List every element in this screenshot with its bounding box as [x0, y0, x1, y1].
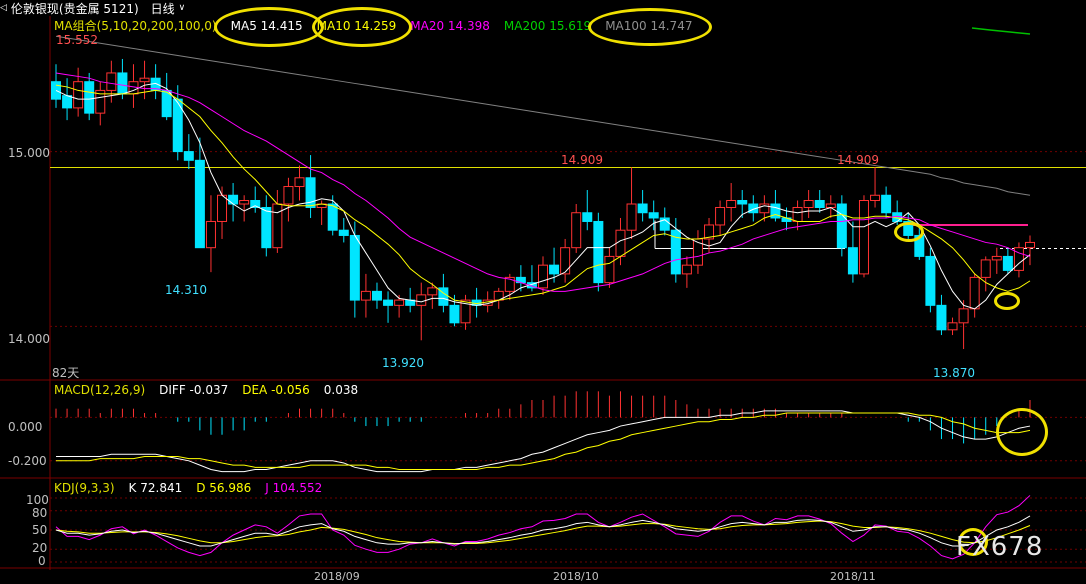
candle-body: [903, 220, 914, 236]
candle-body: [62, 95, 73, 109]
candle-body: [449, 304, 460, 324]
candle-body: [792, 206, 803, 222]
candle-body: [715, 206, 726, 226]
days-count: 82天: [52, 366, 80, 380]
label-high: 15.552: [56, 33, 98, 47]
candle-body: [250, 200, 261, 208]
macd-dea-line: [56, 412, 1031, 470]
macd-diff-line: [56, 410, 1031, 473]
candle-body: [560, 247, 571, 275]
candle-body: [117, 72, 128, 95]
candle-body: [261, 206, 272, 249]
candle-body: [958, 308, 969, 324]
candle-body: [294, 177, 305, 188]
candle-body: [228, 194, 239, 205]
candle-body: [582, 212, 593, 222]
label-low-c: 13.870: [933, 366, 975, 380]
watermark: FX678: [956, 532, 1044, 562]
candle-body: [84, 81, 95, 114]
candle-body: [681, 264, 692, 275]
label-low-a: 14.310: [165, 283, 207, 297]
candle-body: [205, 220, 216, 249]
candle-body: [648, 212, 659, 219]
candle-body: [991, 255, 1002, 261]
candle-body: [637, 203, 648, 214]
x-tick-nov: 2018/11: [830, 570, 876, 583]
candle-body: [925, 255, 936, 306]
candle-body: [571, 212, 582, 249]
candle-body: [726, 200, 737, 208]
candle-body: [737, 200, 748, 205]
candle-body: [980, 259, 991, 278]
y-tick-14000: 14.000: [8, 332, 50, 346]
macd-tick-0: 0.000: [8, 420, 43, 434]
chart-canvas[interactable]: [0, 0, 1086, 584]
label-low-b: 13.920: [382, 356, 424, 370]
y-tick-15000: 15.000: [8, 146, 50, 160]
kdj-tick-0: 0: [38, 554, 46, 568]
kdj-tick-20: 20: [32, 541, 48, 555]
candle-body: [183, 151, 194, 161]
kdj-tick-100: 100: [26, 493, 49, 507]
candle-body: [383, 299, 394, 306]
candle-body: [615, 229, 626, 257]
x-tick-sep: 2018/09: [314, 570, 360, 583]
candle-body: [349, 234, 360, 301]
kdj-tick-80: 80: [32, 506, 48, 520]
candle-body: [881, 194, 892, 214]
candle-body: [836, 203, 847, 249]
candle-body: [847, 247, 858, 275]
kdj-d-line: [55, 520, 1031, 544]
candle-body: [106, 72, 117, 91]
candle-body: [272, 203, 283, 249]
candle-body: [969, 276, 980, 310]
candle-body: [427, 287, 438, 296]
candle-body: [870, 194, 881, 202]
candle-body: [1025, 241, 1035, 249]
label-high-b: 14.909: [561, 153, 603, 167]
candle-body: [73, 81, 84, 109]
candle-body: [394, 299, 405, 306]
candle-body: [371, 290, 382, 301]
candle-body: [947, 322, 958, 331]
candle-body: [593, 220, 604, 284]
candle-body: [139, 77, 150, 83]
candle-body: [416, 294, 427, 306]
label-high-c: 14.909: [837, 153, 879, 167]
candle-body: [360, 290, 371, 301]
candle-body: [604, 255, 615, 284]
candle-body: [914, 234, 925, 257]
candle-body: [626, 203, 637, 231]
candle-body: [803, 200, 814, 208]
candle-body: [217, 194, 228, 222]
candle-body: [239, 200, 250, 205]
candle-body: [549, 264, 560, 275]
macd-tick-neg02: -0.200: [8, 454, 47, 468]
candle-body: [858, 200, 869, 275]
candle-body: [194, 159, 205, 249]
candle-body: [338, 229, 349, 236]
candle-body: [1002, 255, 1013, 271]
x-tick-oct: 2018/10: [553, 570, 599, 583]
candle-body: [283, 186, 294, 205]
candle-body: [327, 203, 338, 231]
candle-body: [936, 304, 947, 331]
kdj-tick-50: 50: [32, 523, 48, 537]
candle-body: [814, 200, 825, 208]
ma200-fragment: [971, 27, 1031, 35]
candle-body: [538, 264, 548, 289]
